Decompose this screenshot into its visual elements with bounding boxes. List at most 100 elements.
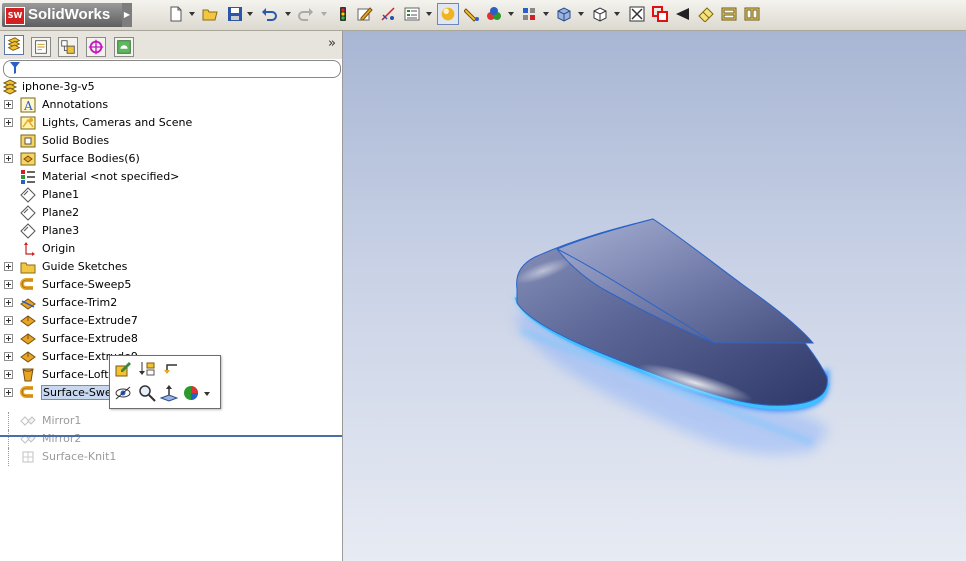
tab-feature-manager[interactable]: [4, 35, 24, 55]
expand-plus-icon[interactable]: [4, 118, 13, 127]
save-icon[interactable]: [227, 6, 243, 22]
menu-flyout-arrow[interactable]: ▶: [122, 3, 132, 27]
tree-item[interactable]: Surface Bodies(6): [4, 150, 334, 168]
expand-plus-icon[interactable]: [4, 280, 13, 289]
display-style-dropdown-arrow[interactable]: [578, 12, 584, 16]
tree-item-label: Guide Sketches: [42, 260, 128, 273]
new-document-icon[interactable]: [168, 6, 184, 22]
tree-filter-input[interactable]: [3, 60, 341, 78]
scene-dropdown-arrow[interactable]: [508, 12, 514, 16]
tree-item[interactable]: Plane1: [4, 186, 334, 204]
graphics-viewport[interactable]: [343, 31, 966, 561]
edit-appearance-icon[interactable]: [464, 6, 480, 22]
expand-plus-icon[interactable]: [4, 154, 13, 163]
model-render[interactable]: [343, 31, 966, 561]
tree-item-label: Plane1: [42, 188, 80, 201]
tree-item-label: Annotations: [42, 98, 109, 111]
expand-plus-icon[interactable]: [4, 316, 13, 325]
part-icon: [2, 79, 18, 95]
normal-to-icon[interactable]: [160, 384, 178, 402]
svg-text:A: A: [23, 99, 33, 113]
tree-item-suppressed[interactable]: Surface-Knit1: [4, 448, 334, 466]
sweep-icon: [20, 278, 33, 290]
parent-child-icon[interactable]: [162, 360, 180, 378]
rollback-bar[interactable]: [0, 435, 342, 437]
plane-icon: [20, 205, 36, 221]
appearance-dropdown-arrow[interactable]: [204, 392, 210, 396]
expand-plus-icon[interactable]: [4, 100, 13, 109]
expand-plus-icon[interactable]: [4, 298, 13, 307]
appearance-icon[interactable]: [437, 3, 459, 25]
hide-show-dropdown-arrow[interactable]: [614, 12, 620, 16]
tree-connector: [8, 412, 10, 430]
hide-icon[interactable]: [114, 384, 132, 402]
expand-plus-icon[interactable]: [4, 388, 13, 397]
context-toolbar: [109, 355, 221, 409]
expand-plus-icon[interactable]: [4, 370, 13, 379]
context-appearance-icon[interactable]: [182, 384, 200, 402]
tree-item[interactable]: Material <not specified>: [4, 168, 334, 186]
expand-panel-chevron-icon[interactable]: »: [328, 36, 336, 51]
tree-item[interactable]: Guide Sketches: [4, 258, 334, 276]
expand-plus-icon[interactable]: [4, 352, 13, 361]
tile-icon[interactable]: [744, 6, 760, 22]
tree-item[interactable]: Origin: [4, 240, 334, 258]
tree-item[interactable]: A Annotations: [4, 96, 334, 114]
view-orientation-dropdown-arrow[interactable]: [543, 12, 549, 16]
expand-plus-icon[interactable]: [4, 334, 13, 343]
expand-plus-icon[interactable]: [4, 262, 13, 271]
tree-item[interactable]: Surface-Extrude7: [4, 312, 334, 330]
tree-item-label: Material <not specified>: [42, 170, 180, 183]
rollback-icon[interactable]: [138, 360, 156, 378]
tree-item-label: Solid Bodies: [42, 134, 110, 147]
tab-display-manager[interactable]: [114, 37, 134, 57]
rebuild-icon[interactable]: [335, 6, 351, 22]
solidworks-logo[interactable]: SW SolidWorks ▶: [2, 3, 132, 27]
display-style-icon[interactable]: [556, 6, 572, 22]
section-view-icon[interactable]: [698, 6, 714, 22]
tree-item[interactable]: Surface-Sweep5: [4, 276, 334, 294]
view-orientation-icon[interactable]: [521, 6, 537, 22]
sketch-icon[interactable]: [357, 6, 373, 22]
zoom-to-selection-icon[interactable]: [138, 384, 156, 402]
annotations-icon: A: [20, 97, 36, 113]
filter-icon: [10, 62, 20, 74]
tree-item-suppressed[interactable]: Mirror1: [4, 412, 334, 430]
origin-icon: [24, 242, 35, 256]
tree-item-label: Surface Bodies(6): [42, 152, 140, 165]
tab-configuration-manager[interactable]: [58, 37, 78, 57]
tree-item[interactable]: Surface-Trim2: [4, 294, 334, 312]
tree-item[interactable]: Plane2: [4, 204, 334, 222]
tree-item[interactable]: Lights, Cameras and Scene: [4, 114, 334, 132]
save-dropdown-arrow[interactable]: [247, 12, 253, 16]
tab-property-manager[interactable]: [31, 37, 51, 57]
tree-item-label: Surface-Sweep5: [42, 278, 132, 291]
tree-item-suppressed[interactable]: Mirror2: [4, 430, 334, 448]
new-dropdown-arrow[interactable]: [189, 12, 195, 16]
undo-dropdown-arrow[interactable]: [285, 12, 291, 16]
previous-view-icon[interactable]: [675, 6, 691, 22]
open-folder-icon[interactable]: [202, 6, 218, 22]
view-settings-icon[interactable]: [721, 6, 737, 22]
redo-dropdown-arrow: [321, 12, 327, 16]
loft-icon: [22, 368, 34, 382]
zoom-to-fit-icon[interactable]: [629, 6, 645, 22]
tree-item-label: Surface-Loft1: [42, 368, 116, 381]
main-toolbar: SW SolidWorks ▶: [0, 0, 966, 31]
undo-icon[interactable]: [261, 6, 277, 22]
zoom-to-area-icon[interactable]: [652, 6, 668, 22]
hide-show-icon[interactable]: [592, 6, 608, 22]
smart-dimension-icon[interactable]: [380, 6, 396, 22]
options-icon[interactable]: [404, 6, 420, 22]
tree-item-label: Origin: [42, 242, 76, 255]
options-dropdown-arrow[interactable]: [426, 12, 432, 16]
mirror-icon: [20, 416, 36, 426]
tree-root[interactable]: iphone-3g-v5: [2, 78, 332, 96]
tree-item[interactable]: Plane3: [4, 222, 334, 240]
scene-icon[interactable]: [486, 6, 502, 22]
tree-item-label: Plane2: [42, 206, 80, 219]
edit-feature-icon[interactable]: [114, 360, 132, 378]
tree-item[interactable]: Surface-Extrude8: [4, 330, 334, 348]
tree-item[interactable]: Solid Bodies: [4, 132, 334, 150]
tab-dimxpert-manager[interactable]: [86, 37, 106, 57]
